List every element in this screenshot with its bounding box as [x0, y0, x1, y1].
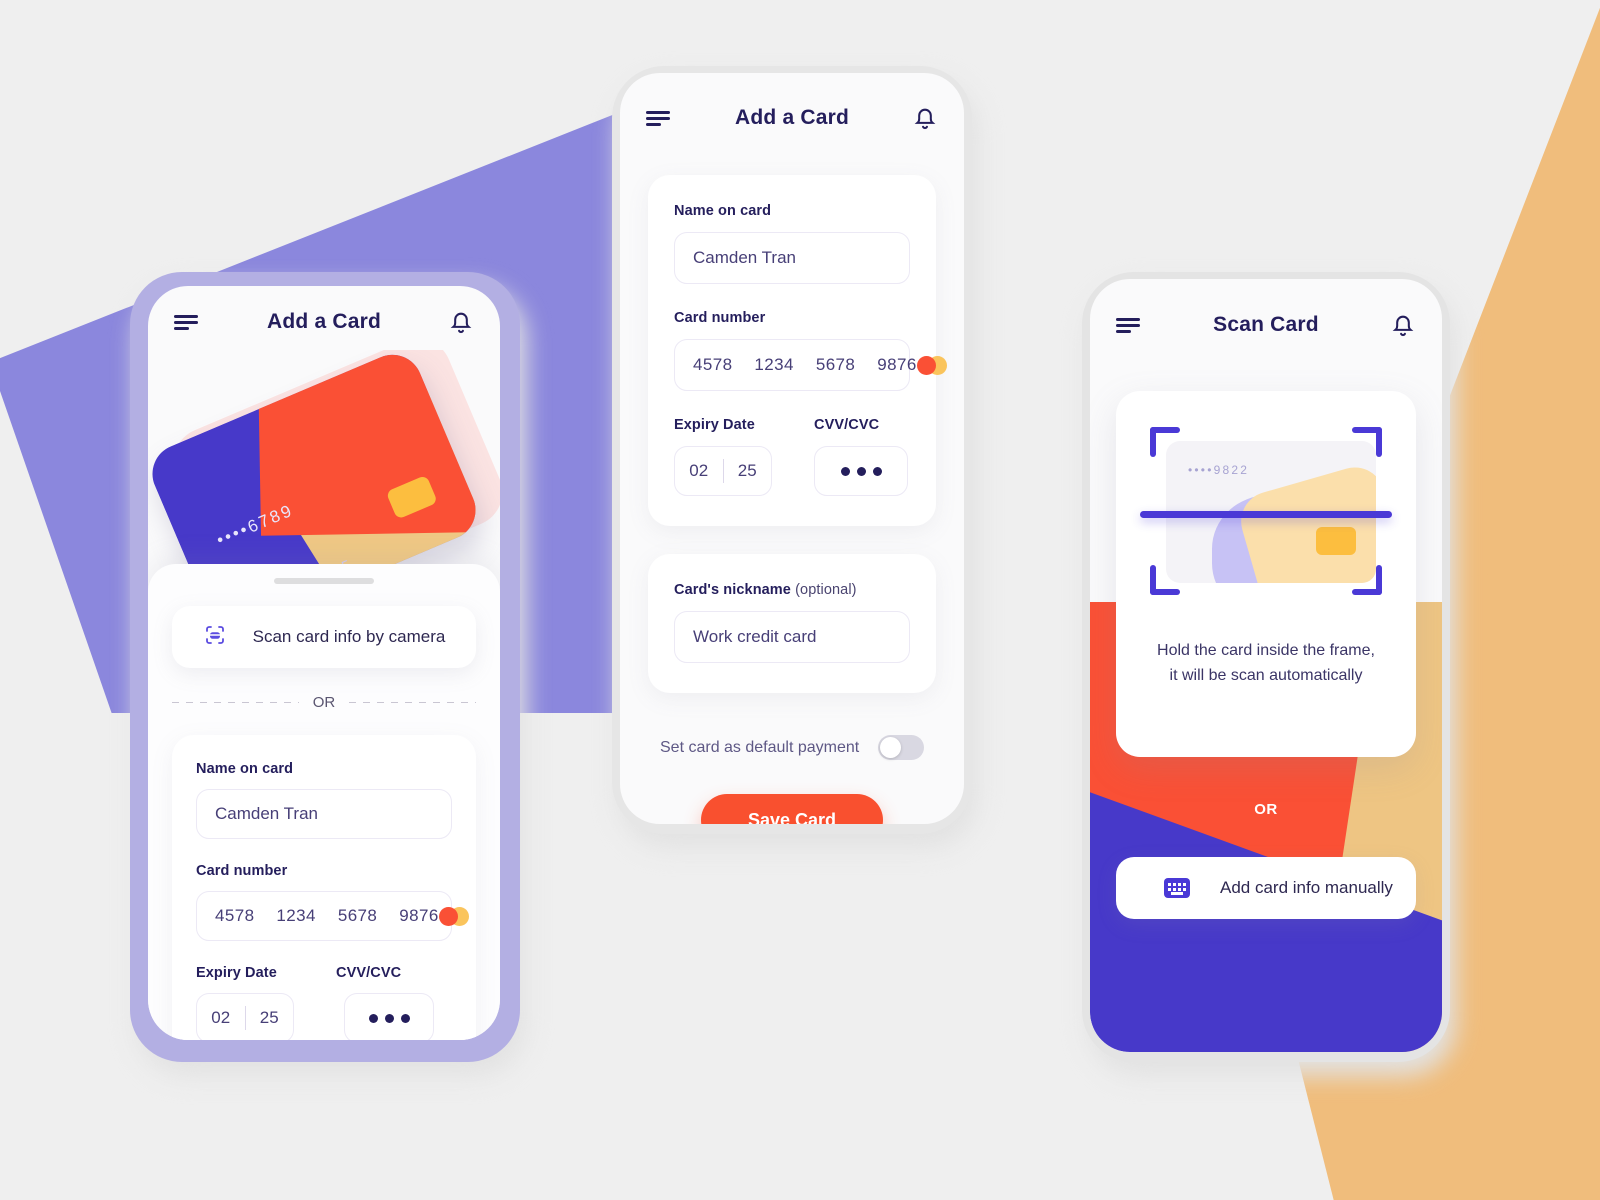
hamburger-icon[interactable] — [1116, 317, 1140, 333]
name-on-card-value: Camden Tran — [215, 804, 318, 823]
name-on-card-input[interactable]: Camden Tran — [674, 232, 910, 284]
expiry-date-label: Expiry Date — [674, 417, 755, 433]
divider-or-label: OR — [312, 694, 336, 711]
scan-card-by-camera-button[interactable]: Scan card info by camera — [172, 606, 476, 668]
default-payment-toggle[interactable] — [878, 735, 924, 760]
add-card-manually-button[interactable]: Add card info manually — [1116, 857, 1416, 919]
sheet-grabber[interactable] — [274, 578, 374, 584]
card-number-group: 1234 — [754, 355, 794, 374]
divider-or-label: OR — [1254, 801, 1278, 818]
default-payment-label: Set card as default payment — [660, 738, 860, 756]
expiry-cvv-labels: Expiry Date CVV/CVC — [674, 417, 910, 433]
name-on-card-label: Name on card — [674, 203, 772, 219]
hero-card-illustration: ••••6789 25 — [148, 350, 500, 590]
scan-hint-line-1: Hold the card inside the frame, — [1157, 642, 1375, 659]
card-nickname-label: Card's nickname (optional) — [674, 582, 910, 598]
hamburger-icon[interactable] — [646, 110, 670, 126]
expiry-date-input[interactable]: 02 25 — [196, 993, 294, 1040]
toggle-knob — [880, 737, 901, 758]
expiry-year-value: 25 — [259, 1008, 279, 1027]
expiry-month-value: 02 — [211, 1008, 231, 1027]
mastercard-icon — [438, 906, 469, 926]
bell-icon[interactable] — [912, 104, 938, 132]
divider-or: OR — [172, 694, 476, 711]
bell-icon[interactable] — [448, 308, 474, 336]
scan-preview-card-number: ••••9822 — [1188, 463, 1250, 477]
keyboard-icon — [1164, 878, 1190, 898]
card-nickname-optional: (optional) — [795, 582, 857, 598]
bottom-sheet: Scan card info by camera OR Name on card… — [148, 564, 500, 1040]
card-nickname-value: Work credit card — [693, 627, 817, 646]
phone-right-appbar: Scan Card — [1090, 279, 1442, 371]
phone-left: Add a Card ••••6789 25 — [130, 272, 526, 1076]
scan-preview-chip — [1316, 527, 1356, 555]
divider-dash-right — [349, 702, 476, 703]
card-number-group: 1234 — [276, 906, 316, 925]
face-scan-icon — [203, 623, 227, 652]
card-number-group: 9876 — [399, 906, 439, 925]
card-number-groups: 4578 1234 5678 9876 — [693, 355, 917, 375]
cvv-label: CVV/CVC — [336, 965, 402, 981]
name-on-card-value: Camden Tran — [693, 248, 796, 267]
mastercard-icon — [916, 355, 947, 375]
scan-viewfinder-card: ••••9822 Hold the card inside the frame,… — [1116, 391, 1416, 757]
phone-left-appbar: Add a Card — [148, 286, 500, 358]
card-nickname-input[interactable]: Work credit card — [674, 611, 910, 663]
card-number-input[interactable]: 4578 1234 5678 9876 — [196, 891, 469, 941]
cvv-label: CVV/CVC — [814, 417, 880, 433]
bell-icon[interactable] — [1390, 311, 1416, 339]
scan-hint-line-2: it will be scan automatically — [1169, 666, 1363, 684]
save-card-button[interactable]: Save Card — [701, 794, 883, 824]
phone-middle-screen: Add a Card Name on card Camden Tran Card… — [620, 73, 964, 824]
card-number-group: 4578 — [693, 355, 733, 374]
cvv-masked-value — [840, 466, 882, 476]
canvas: Add a Card ••••6789 25 — [0, 0, 1600, 1200]
scan-line — [1140, 511, 1392, 518]
scan-preview-gold-blob — [1234, 460, 1376, 583]
card-number-label: Card number — [674, 310, 766, 326]
phone-left-screen: Add a Card ••••6789 25 — [148, 286, 500, 1040]
phone-right: Scan Card ••••9822 Hold the card inside … — [1082, 272, 1456, 1076]
expiry-cvv-inputs: 02 25 — [674, 446, 910, 496]
card-details-form: Name on card Camden Tran Card number 457… — [172, 735, 476, 1040]
divider-dash-left — [172, 702, 299, 703]
card-number-group: 4578 — [215, 906, 255, 925]
name-on-card-label: Name on card — [196, 761, 294, 777]
card-nickname-form: Card's nickname (optional) Work credit c… — [648, 554, 936, 693]
hamburger-icon[interactable] — [174, 314, 198, 330]
cvv-masked-value — [368, 1013, 410, 1023]
expiry-month-value: 02 — [689, 461, 709, 480]
scan-frame: ••••9822 — [1140, 427, 1392, 595]
expiry-year-value: 25 — [737, 461, 757, 480]
default-payment-row: Set card as default payment — [660, 735, 924, 760]
card-number-groups: 4578 1234 5678 9876 — [215, 906, 439, 926]
scan-card-by-camera-label: Scan card info by camera — [252, 627, 446, 646]
card-number-group: 5678 — [815, 355, 856, 374]
expiry-cvv-inputs: 02 25 — [196, 993, 452, 1040]
expiry-date-input[interactable]: 02 25 — [674, 446, 772, 496]
name-on-card-input[interactable]: Camden Tran — [196, 789, 452, 839]
phone-middle: Add a Card Name on card Camden Tran Card… — [612, 66, 978, 848]
card-number-group: 9876 — [877, 355, 917, 374]
expiry-date-label: Expiry Date — [196, 965, 277, 981]
add-card-manually-label: Add card info manually — [1220, 878, 1393, 897]
card-details-form: Name on card Camden Tran Card number 457… — [648, 175, 947, 526]
card-nickname-label-text: Card's nickname — [674, 582, 791, 598]
card-number-input[interactable]: 4578 1234 5678 9876 — [674, 339, 947, 391]
phone-middle-appbar: Add a Card — [620, 73, 964, 163]
card-number-group: 5678 — [337, 906, 378, 925]
cvv-input[interactable] — [344, 993, 434, 1040]
card-number-label: Card number — [196, 863, 288, 879]
scan-hint-text: Hold the card inside the frame, it will … — [1136, 639, 1396, 689]
expiry-cvv-labels: Expiry Date CVV/CVC — [196, 965, 452, 981]
phone-right-screen: Scan Card ••••9822 Hold the card inside … — [1090, 279, 1442, 1052]
cvv-input[interactable] — [814, 446, 908, 496]
